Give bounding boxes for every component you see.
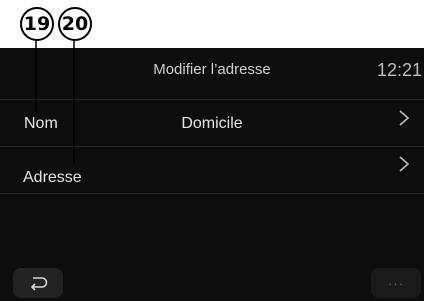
callout-leader-lines <box>35 41 75 164</box>
